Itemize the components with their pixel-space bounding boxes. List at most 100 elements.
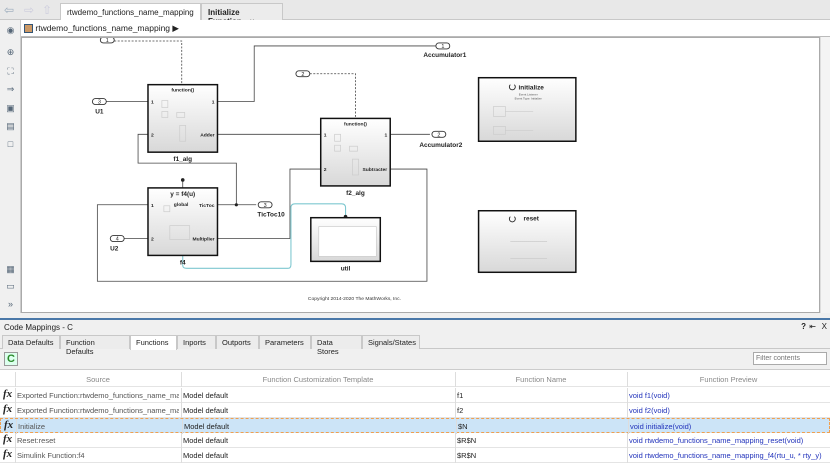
port-label: 1: [151, 100, 154, 106]
cell-source: Initialize: [18, 422, 46, 431]
table-header: Source Function Customization Template Fun…: [0, 372, 830, 387]
mapping-tabs: Data Defaults Function Defaults Functions I…: [0, 333, 830, 356]
function-icon: fx: [3, 433, 13, 445]
inport-label: U1: [95, 108, 104, 115]
breadcrumb-arrow[interactable]: ▶: [172, 23, 179, 33]
forward-button[interactable]: ⇨: [24, 3, 34, 17]
column-header[interactable]: Function Name: [455, 375, 627, 384]
filter-input[interactable]: [753, 352, 827, 365]
model-canvas[interactable]: 1 2 3 4 1 2 3 U1 U2 Accumulator1 Accumul…: [21, 37, 820, 313]
f1-alg-block: [147, 83, 219, 153]
outport-label: TicToc10: [257, 212, 285, 219]
inport-number: 4: [116, 237, 119, 243]
f2-alg-block: [319, 117, 391, 187]
annotation-icon[interactable]: ▤: [5, 121, 16, 131]
cell-preview[interactable]: void rtwdemo_functions_name_mapping_rese…: [629, 436, 828, 445]
tab-initialize-function[interactable]: Initialize Function×: [201, 3, 283, 26]
tab-model[interactable]: rtwdemo_functions_name_mapping×: [60, 3, 206, 20]
tab-parameters[interactable]: Parameters: [259, 335, 311, 349]
block-name: util: [341, 265, 351, 272]
up-button[interactable]: ⇧: [42, 3, 52, 17]
close-icon[interactable]: X: [822, 322, 827, 331]
signal-accumulator1: [217, 45, 436, 102]
cell-preview[interactable]: void f1(void): [629, 391, 828, 400]
tab-function-defaults[interactable]: Function Defaults: [60, 335, 130, 356]
block-name: f2_alg: [346, 190, 365, 197]
f4-block: [147, 187, 219, 257]
f2-header: function(): [344, 121, 367, 127]
cell-source: Reset:reset: [17, 436, 56, 445]
outport-number: 1: [441, 44, 444, 50]
function-call-line-1: [114, 40, 183, 85]
outport-number: 3: [264, 203, 267, 209]
port-label: 2: [151, 237, 154, 243]
copyright-text: Copyright 2014-2020 The MathWorks, Inc.: [308, 296, 401, 302]
table-row[interactable]: fx Initialize Model default $N void initiali…: [0, 418, 830, 434]
cell-source: Exported Function:rtwdemo_functions_name…: [17, 391, 179, 400]
f4-header: y = f4(u): [170, 191, 195, 198]
table-row[interactable]: fx Reset:reset Model default $R$N void rtwde…: [0, 433, 830, 448]
f4-global-label: global: [174, 202, 189, 208]
fit-view-icon[interactable]: ⛶: [5, 66, 16, 76]
breadcrumb-model[interactable]: rtwdemo_functions_name_mapping: [35, 23, 170, 33]
screenshot-icon[interactable]: ▦: [5, 264, 16, 274]
cell-preview[interactable]: void initialize(void): [630, 422, 829, 431]
cell-preview[interactable]: void rtwdemo_functions_name_mapping_f4(r…: [629, 451, 828, 460]
cell-source: Simulink Function:f4: [17, 451, 85, 460]
column-header[interactable]: Function Preview: [627, 375, 830, 384]
function-call-line-2: [309, 73, 356, 119]
port-label: 1: [212, 100, 215, 106]
zoom-icon[interactable]: ⊕: [5, 47, 16, 57]
inport-label: U2: [110, 245, 119, 252]
pin-icon[interactable]: ⇤: [809, 322, 816, 331]
tab-data-stores[interactable]: Data Stores: [311, 335, 362, 356]
column-header[interactable]: Source: [15, 375, 181, 384]
cell-name: f2: [457, 406, 464, 415]
reset-title: reset: [523, 216, 539, 223]
table-row[interactable]: fx Simulink Function:f4 Model default $R$N v…: [0, 448, 830, 463]
table-row[interactable]: fx Exported Function:rtwdemo_functions_na…: [0, 388, 830, 403]
top-toolbar: ⇦ ⇨ ⇧ rtwdemo_functions_name_mapping× In…: [0, 0, 830, 26]
table-row[interactable]: fx Exported Function:rtwdemo_functions_na…: [0, 403, 830, 418]
cell-name: $N: [458, 422, 468, 431]
port-label: TicToc: [199, 203, 215, 209]
model-browser-icon[interactable]: ▭: [5, 281, 16, 291]
outport-label: Accumulator1: [423, 52, 466, 59]
port-label: Multiplier: [192, 237, 214, 243]
cell-name: $R$N: [457, 436, 477, 445]
cell-template: Model default: [183, 406, 229, 415]
function-icon: fx: [3, 448, 13, 460]
outport-label: Accumulator2: [419, 142, 462, 149]
area-icon[interactable]: □: [5, 139, 16, 149]
functions-table: Source Function Customization Template Fun…: [0, 369, 830, 465]
cell-preview[interactable]: void f2(void): [629, 406, 828, 415]
tab-outports[interactable]: Outports: [216, 335, 259, 349]
inport-number: 2: [301, 72, 304, 78]
port-label: 1: [151, 203, 154, 209]
refresh-icon[interactable]: C: [4, 352, 18, 366]
column-header[interactable]: Function Customization Template: [181, 375, 455, 384]
port-label: Adder: [200, 132, 214, 138]
panel-toolbar: C: [0, 349, 830, 368]
tab-signals-states[interactable]: Signals/States: [362, 335, 420, 349]
outport-number: 2: [437, 132, 440, 138]
image-icon[interactable]: ▣: [5, 103, 16, 113]
expand-icon[interactable]: »: [5, 299, 16, 309]
port-label: 2: [151, 132, 154, 138]
port-label: 1: [384, 132, 387, 138]
initialize-title: initialize: [518, 85, 544, 92]
cell-template: Model default: [183, 451, 229, 460]
f1-header: function(): [171, 88, 194, 94]
tab-data-defaults[interactable]: Data Defaults: [2, 335, 60, 349]
tab-functions[interactable]: Functions: [130, 335, 177, 350]
hide-browser-icon[interactable]: ◉: [5, 25, 16, 35]
cell-source: Exported Function:rtwdemo_functions_name…: [17, 406, 179, 415]
vertical-scrollbar[interactable]: [820, 37, 830, 313]
block-name: f4: [180, 259, 186, 266]
signal-arrow-icon[interactable]: ⇒: [5, 84, 16, 94]
back-button[interactable]: ⇦: [4, 3, 14, 17]
tab-inports[interactable]: Inports: [177, 335, 216, 349]
cell-name: $R$N: [457, 451, 477, 460]
tab-label: rtwdemo_functions_name_mapping: [67, 8, 194, 17]
help-icon[interactable]: ?: [801, 322, 806, 331]
